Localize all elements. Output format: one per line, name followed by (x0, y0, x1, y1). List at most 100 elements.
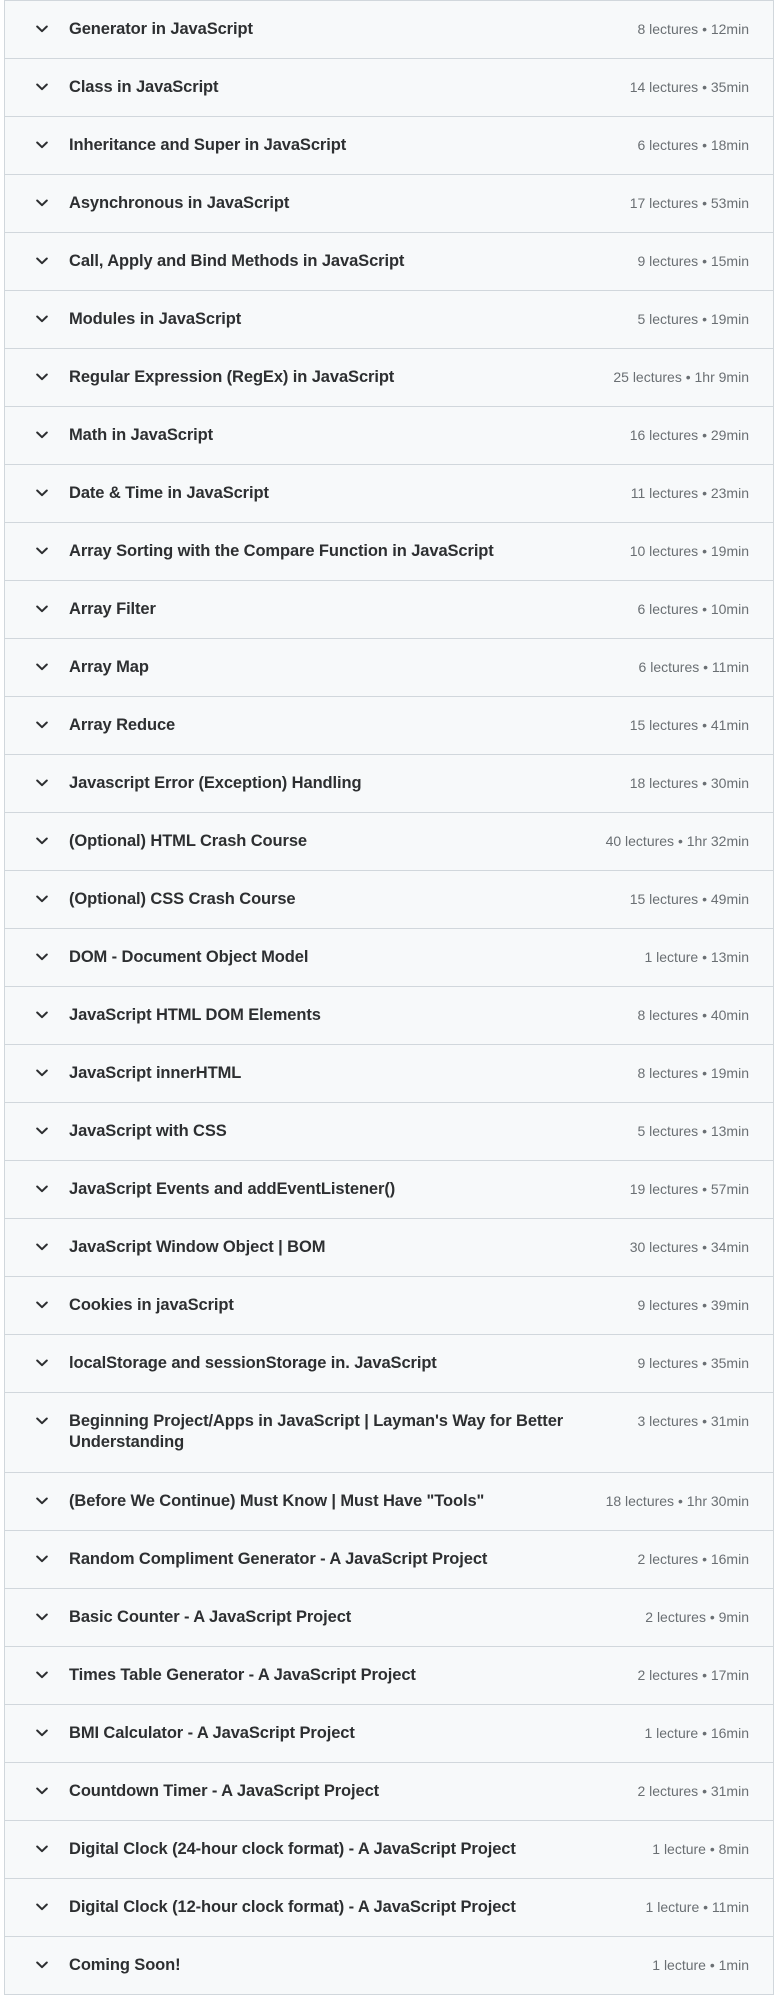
curriculum-section[interactable]: BMI Calculator - A JavaScript Project 1 … (5, 1705, 773, 1763)
curriculum-section[interactable]: localStorage and sessionStorage in. Java… (5, 1335, 773, 1393)
curriculum-section[interactable]: Basic Counter - A JavaScript Project 2 l… (5, 1589, 773, 1647)
chevron-down-icon[interactable] (35, 1005, 49, 1025)
curriculum-section[interactable]: JavaScript with CSS 5 lectures • 13min (5, 1103, 773, 1161)
curriculum-section[interactable]: Class in JavaScript 14 lectures • 35min (5, 59, 773, 117)
section-title[interactable]: Coming Soon! (69, 1955, 652, 1976)
section-title[interactable]: Cookies in javaScript (69, 1295, 637, 1316)
section-title[interactable]: DOM - Document Object Model (69, 947, 644, 968)
curriculum-section[interactable]: JavaScript HTML DOM Elements 8 lectures … (5, 987, 773, 1045)
section-title[interactable]: JavaScript HTML DOM Elements (69, 1005, 637, 1026)
chevron-down-icon[interactable] (35, 1237, 49, 1257)
curriculum-section[interactable]: Random Compliment Generator - A JavaScri… (5, 1531, 773, 1589)
curriculum-section[interactable]: Times Table Generator - A JavaScript Pro… (5, 1647, 773, 1705)
section-title[interactable]: (Optional) CSS Crash Course (69, 889, 630, 910)
chevron-down-icon[interactable] (35, 1063, 49, 1083)
chevron-down-icon[interactable] (35, 1897, 49, 1917)
curriculum-section[interactable]: Regular Expression (RegEx) in JavaScript… (5, 349, 773, 407)
curriculum-section[interactable]: Generator in JavaScript 8 lectures • 12m… (5, 1, 773, 59)
section-title[interactable]: Class in JavaScript (69, 77, 630, 98)
curriculum-section[interactable]: Call, Apply and Bind Methods in JavaScri… (5, 233, 773, 291)
section-title[interactable]: Asynchronous in JavaScript (69, 193, 630, 214)
curriculum-section[interactable]: Array Reduce 15 lectures • 41min (5, 697, 773, 755)
section-title[interactable]: Array Filter (69, 599, 637, 620)
section-title[interactable]: Date & Time in JavaScript (69, 483, 631, 504)
section-title[interactable]: Random Compliment Generator - A JavaScri… (69, 1549, 637, 1570)
chevron-down-icon[interactable] (35, 1121, 49, 1141)
curriculum-section[interactable]: Inheritance and Super in JavaScript 6 le… (5, 117, 773, 175)
chevron-down-icon[interactable] (35, 1411, 49, 1431)
chevron-down-icon[interactable] (35, 1665, 49, 1685)
section-title[interactable]: Array Sorting with the Compare Function … (69, 541, 630, 562)
chevron-down-icon[interactable] (35, 193, 49, 213)
section-title[interactable]: (Optional) HTML Crash Course (69, 831, 606, 852)
chevron-down-icon[interactable] (35, 599, 49, 619)
chevron-down-icon[interactable] (35, 309, 49, 329)
section-title[interactable]: Digital Clock (24-hour clock format) - A… (69, 1839, 652, 1860)
chevron-down-icon[interactable] (35, 1491, 49, 1511)
curriculum-section[interactable]: JavaScript Window Object | BOM 30 lectur… (5, 1219, 773, 1277)
chevron-down-icon[interactable] (35, 425, 49, 445)
chevron-down-icon[interactable] (35, 1353, 49, 1373)
curriculum-section[interactable]: Javascript Error (Exception) Handling 18… (5, 755, 773, 813)
chevron-down-icon[interactable] (35, 831, 49, 851)
section-title[interactable]: Beginning Project/Apps in JavaScript | L… (69, 1411, 637, 1453)
curriculum-section[interactable]: Modules in JavaScript 5 lectures • 19min (5, 291, 773, 349)
chevron-down-icon[interactable] (35, 1607, 49, 1627)
curriculum-section[interactable]: Math in JavaScript 16 lectures • 29min (5, 407, 773, 465)
chevron-down-icon[interactable] (35, 889, 49, 909)
chevron-down-icon[interactable] (35, 367, 49, 387)
chevron-down-icon[interactable] (35, 1295, 49, 1315)
curriculum-section[interactable]: (Optional) CSS Crash Course 15 lectures … (5, 871, 773, 929)
curriculum-section[interactable]: Digital Clock (12-hour clock format) - A… (5, 1879, 773, 1937)
chevron-down-icon[interactable] (35, 1179, 49, 1199)
chevron-down-icon[interactable] (35, 947, 49, 967)
curriculum-section[interactable]: JavaScript innerHTML 8 lectures • 19min (5, 1045, 773, 1103)
chevron-down-icon[interactable] (35, 1549, 49, 1569)
curriculum-section[interactable]: Asynchronous in JavaScript 17 lectures •… (5, 175, 773, 233)
chevron-down-icon[interactable] (35, 251, 49, 271)
curriculum-section[interactable]: (Before We Continue) Must Know | Must Ha… (5, 1473, 773, 1531)
section-title[interactable]: Math in JavaScript (69, 425, 630, 446)
curriculum-section[interactable]: Array Filter 6 lectures • 10min (5, 581, 773, 639)
section-title[interactable]: Javascript Error (Exception) Handling (69, 773, 630, 794)
chevron-down-icon[interactable] (35, 1723, 49, 1743)
section-title[interactable]: Inheritance and Super in JavaScript (69, 135, 637, 156)
section-title[interactable]: JavaScript with CSS (69, 1121, 637, 1142)
section-title[interactable]: JavaScript Events and addEventListener() (69, 1179, 630, 1200)
curriculum-section[interactable]: Array Sorting with the Compare Function … (5, 523, 773, 581)
curriculum-section[interactable]: Coming Soon! 1 lecture • 1min (5, 1937, 773, 1995)
curriculum-section[interactable]: JavaScript Events and addEventListener()… (5, 1161, 773, 1219)
chevron-down-icon[interactable] (35, 657, 49, 677)
chevron-down-icon[interactable] (35, 773, 49, 793)
section-title[interactable]: Basic Counter - A JavaScript Project (69, 1607, 645, 1628)
chevron-down-icon[interactable] (35, 483, 49, 503)
section-title[interactable]: (Before We Continue) Must Know | Must Ha… (69, 1491, 606, 1512)
curriculum-section[interactable]: Array Map 6 lectures • 11min (5, 639, 773, 697)
section-title[interactable]: Call, Apply and Bind Methods in JavaScri… (69, 251, 637, 272)
chevron-down-icon[interactable] (35, 19, 49, 39)
section-title[interactable]: BMI Calculator - A JavaScript Project (69, 1723, 644, 1744)
section-title[interactable]: Modules in JavaScript (69, 309, 637, 330)
section-title[interactable]: Array Map (69, 657, 639, 678)
section-title[interactable]: Times Table Generator - A JavaScript Pro… (69, 1665, 637, 1686)
curriculum-section[interactable]: Countdown Timer - A JavaScript Project 2… (5, 1763, 773, 1821)
section-title[interactable]: JavaScript Window Object | BOM (69, 1237, 630, 1258)
chevron-down-icon[interactable] (35, 77, 49, 97)
section-title[interactable]: Countdown Timer - A JavaScript Project (69, 1781, 637, 1802)
section-title[interactable]: JavaScript innerHTML (69, 1063, 637, 1084)
curriculum-section[interactable]: (Optional) HTML Crash Course 40 lectures… (5, 813, 773, 871)
curriculum-section[interactable]: Digital Clock (24-hour clock format) - A… (5, 1821, 773, 1879)
section-title[interactable]: Digital Clock (12-hour clock format) - A… (69, 1897, 646, 1918)
section-title[interactable]: Generator in JavaScript (69, 19, 637, 40)
chevron-down-icon[interactable] (35, 1839, 49, 1859)
chevron-down-icon[interactable] (35, 1781, 49, 1801)
chevron-down-icon[interactable] (35, 135, 49, 155)
chevron-down-icon[interactable] (35, 1955, 49, 1975)
chevron-down-icon[interactable] (35, 715, 49, 735)
section-title[interactable]: localStorage and sessionStorage in. Java… (69, 1353, 637, 1374)
section-title[interactable]: Array Reduce (69, 715, 630, 736)
curriculum-section[interactable]: Beginning Project/Apps in JavaScript | L… (5, 1393, 773, 1473)
curriculum-section[interactable]: Date & Time in JavaScript 11 lectures • … (5, 465, 773, 523)
curriculum-section[interactable]: Cookies in javaScript 9 lectures • 39min (5, 1277, 773, 1335)
chevron-down-icon[interactable] (35, 541, 49, 561)
